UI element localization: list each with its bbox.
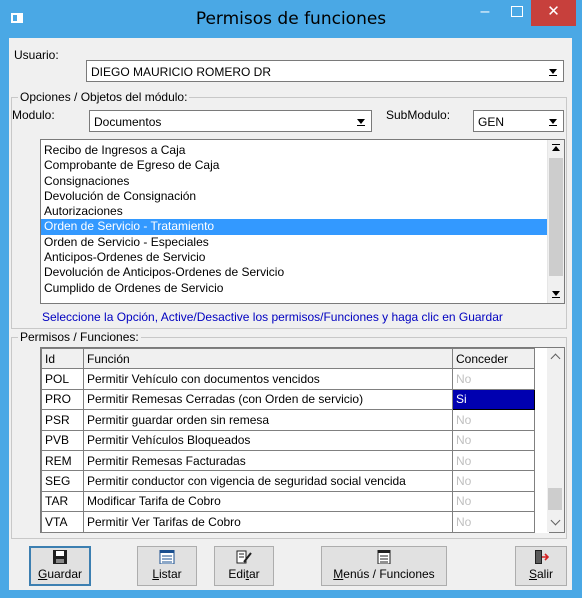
listar-button[interactable]: Listar [137,546,197,586]
chevron-down-icon[interactable] [353,112,370,130]
cell-id: PRO [41,388,84,411]
submodulo-label: SubModulo: [386,108,451,122]
editar-label: Editar [228,567,260,581]
permisos-grid: Id Función Conceder POL Permitir Vehículo… [40,347,565,533]
cell-id: REM [41,449,84,472]
opciones-scrollbar[interactable] [547,140,564,303]
modulo-label: Modulo: [12,108,55,122]
salir-button[interactable]: Salir [515,546,567,586]
cell-funcion: Permitir conductor con vigencia de segur… [83,470,453,492]
cell-funcion: Permitir Remesas Facturadas [83,449,453,472]
menu-icon [377,550,391,564]
table-header-row: Id Función Conceder [41,347,549,370]
modulo-combo[interactable]: Documentos [89,110,372,132]
title-bar[interactable]: Permisos de funciones – ✕ [0,0,582,38]
cell-conceder[interactable]: Si [452,388,535,411]
guardar-button[interactable]: Guardar [29,546,91,586]
table-row[interactable]: TAR Modificar Tarifa de Cobro No [41,490,549,513]
cell-conceder[interactable]: No [452,490,535,513]
list-item[interactable]: Recibo de Ingresos a Caja [41,143,548,158]
usuario-label: Usuario: [14,48,59,62]
cell-conceder[interactable]: No [452,429,535,451]
scroll-thumb[interactable] [548,488,562,510]
table-row[interactable]: VTA Permitir Ver Tarifas de Cobro No [41,511,549,533]
cell-conceder[interactable]: No [452,511,535,533]
list-icon [159,550,175,564]
close-button[interactable]: ✕ [531,0,576,26]
table-row[interactable]: REM Permitir Remesas Facturadas No [41,449,549,472]
scroll-up-icon[interactable] [548,140,564,157]
cell-funcion: Permitir Ver Tarifas de Cobro [83,511,453,533]
listar-label: Listar [152,567,182,581]
cell-id: POL [41,368,84,390]
list-item[interactable]: Anticipos-Ordenes de Servicio [41,250,548,265]
cell-funcion: Permitir guardar orden sin remesa [83,409,453,431]
maximize-button[interactable] [501,0,531,26]
table-row[interactable]: PRO Permitir Remesas Cerradas (con Orden … [41,388,549,411]
cell-conceder[interactable]: No [452,368,535,390]
column-header-funcion: Función [83,347,453,370]
cell-funcion: Permitir Remesas Cerradas (con Orden de … [83,388,453,411]
client-area: Usuario: DIEGO MAURICIO ROMERO DR Opcion… [9,38,572,590]
list-item[interactable]: Comprobante de Egreso de Caja [41,158,548,173]
submodulo-value: GEN [478,115,505,129]
cell-id: PVB [41,429,84,451]
table-row[interactable]: PSR Permitir guardar orden sin remesa No [41,409,549,431]
chevron-down-icon[interactable] [545,112,562,130]
cell-funcion: Permitir Vehículos Bloqueados [83,429,453,451]
cell-id: SEG [41,470,84,492]
cell-funcion: Modificar Tarifa de Cobro [83,490,453,513]
cell-id: TAR [41,490,84,513]
menus-funciones-button[interactable]: Menús / Funciones [321,546,447,586]
column-header-id: Id [41,347,84,370]
edit-icon [236,550,252,564]
list-item[interactable]: Autorizaciones [41,204,548,219]
cell-conceder[interactable]: No [452,449,535,472]
scroll-down-icon[interactable] [547,514,564,532]
minimize-button[interactable]: – [470,0,500,26]
chevron-down-icon[interactable] [545,62,562,80]
exit-door-icon [535,550,549,564]
guardar-label: Guardar [37,567,83,581]
scroll-up-icon[interactable] [547,348,564,366]
permisos-group-title: Permisos / Funciones: [18,330,141,344]
floppy-disk-icon [53,550,67,564]
list-item[interactable]: Cumplido de Ordenes de Servicio [41,281,548,296]
opciones-group-title: Opciones / Objetos del módulo: [18,90,190,104]
instruction-hint: Seleccione la Opción, Active/Desactive l… [42,310,503,324]
list-item[interactable]: Orden de Servicio - Tratamiento [41,219,548,235]
list-item[interactable]: Consignaciones [41,174,548,189]
usuario-value: DIEGO MAURICIO ROMERO DR [91,65,272,79]
column-header-conceder: Conceder [452,347,535,370]
list-item[interactable]: Orden de Servicio - Especiales [41,235,548,250]
table-row[interactable]: SEG Permitir conductor con vigencia de se… [41,470,549,492]
list-item[interactable]: Devolución de Consignación [41,189,548,204]
window: Permisos de funciones – ✕ Usuario: DIEGO… [0,0,582,598]
permisos-table: Id Función Conceder POL Permitir Vehículo… [41,347,549,533]
list-item[interactable]: Devolución de Anticipos-Ordenes de Servi… [41,265,548,280]
cell-conceder[interactable]: No [452,470,535,492]
submodulo-combo[interactable]: GEN [473,110,564,132]
cell-id: VTA [41,511,84,533]
cell-funcion: Permitir Vehículo con documentos vencido… [83,368,453,390]
scroll-down-icon[interactable] [548,286,564,303]
table-row[interactable]: POL Permitir Vehículo con documentos venc… [41,368,549,390]
menus-funciones-label: Menús / Funciones [333,567,435,581]
usuario-combo[interactable]: DIEGO MAURICIO ROMERO DR [86,60,564,82]
scroll-thumb[interactable] [549,158,563,276]
salir-label: Salir [528,567,554,581]
cell-conceder[interactable]: No [452,409,535,431]
opciones-list[interactable]: Recibo de Ingresos a Caja Comprobante de … [40,139,565,304]
modulo-value: Documentos [94,115,162,129]
permisos-scrollbar[interactable] [547,348,564,532]
cell-id: PSR [41,409,84,431]
table-row[interactable]: PVB Permitir Vehículos Bloqueados No [41,429,549,451]
editar-button[interactable]: Editar [214,546,274,586]
